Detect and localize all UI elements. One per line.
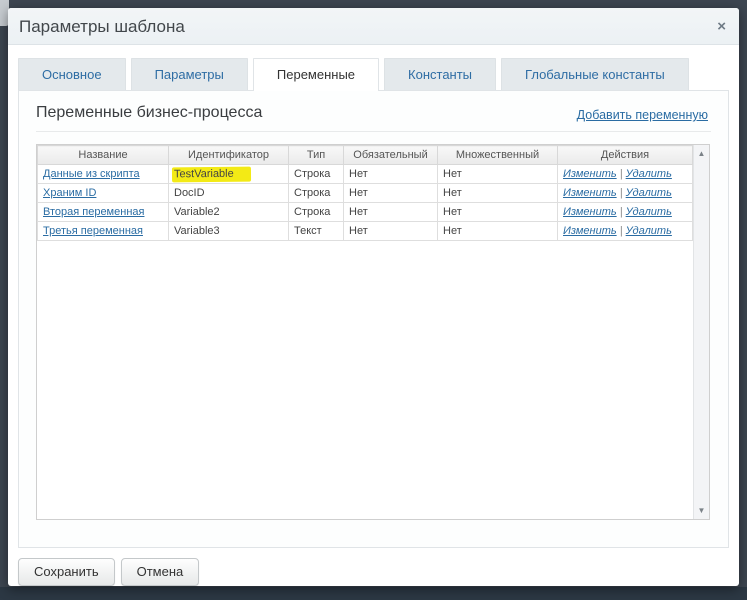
tab-bar: Основное Параметры Переменные Константы … [18,58,729,90]
table-header-row: Название Идентификатор Тип Обязательный … [38,146,693,165]
tab-parameters[interactable]: Параметры [131,58,248,90]
variables-table-container: Название Идентификатор Тип Обязательный … [36,144,710,520]
variable-name-link[interactable]: Храним ID [43,187,96,199]
column-header-required: Обязательный [344,146,438,165]
column-header-actions: Действия [558,146,693,165]
variable-identifier-value: DocID [169,184,289,203]
variable-name-link[interactable]: Третья переменная [43,225,143,237]
save-button[interactable]: Сохранить [18,558,115,586]
variable-identifier-value: Variable3 [169,222,289,241]
variable-required-value: Нет [344,203,438,222]
variable-multiple-value: Нет [438,222,558,241]
edit-link[interactable]: Изменить [563,225,617,237]
dialog-header: Параметры шаблона × [8,8,739,45]
variables-tab-panel: Переменные бизнес-процесса Добавить пере… [18,90,729,548]
variable-name-link[interactable]: Вторая переменная [43,206,144,218]
dialog-body: Основное Параметры Переменные Константы … [8,58,739,586]
variable-type-value: Строка [289,184,344,203]
tab-variables[interactable]: Переменные [253,58,379,91]
variable-required-value: Нет [344,222,438,241]
edit-link[interactable]: Изменить [563,206,617,218]
section-divider [36,131,711,132]
table-row: Храним ID DocID Строка Нет Нет Изменить … [38,184,693,203]
actions-separator: | [620,168,623,180]
vertical-scrollbar[interactable]: ▲ ▼ [693,145,709,519]
actions-separator: | [620,206,623,218]
highlighted-identifier-value: TestVariable [172,167,251,183]
delete-link[interactable]: Удалить [626,168,672,180]
edit-link[interactable]: Изменить [563,168,617,180]
variables-table: Название Идентификатор Тип Обязательный … [37,145,693,241]
delete-link[interactable]: Удалить [626,225,672,237]
scroll-up-icon[interactable]: ▲ [694,145,709,162]
section-title: Переменные бизнес-процесса [36,104,262,122]
edit-link[interactable]: Изменить [563,187,617,199]
template-parameters-dialog: Параметры шаблона × Основное Параметры П… [8,8,739,586]
column-header-type: Тип [289,146,344,165]
variable-multiple-value: Нет [438,184,558,203]
variable-required-value: Нет [344,165,438,184]
tab-basic[interactable]: Основное [18,58,126,90]
variable-type-value: Текст [289,222,344,241]
column-header-multiple: Множественный [438,146,558,165]
delete-link[interactable]: Удалить [626,206,672,218]
dialog-title: Параметры шаблона [8,8,739,45]
scroll-down-icon[interactable]: ▼ [694,502,709,519]
table-row: Третья переменная Variable3 Текст Нет Не… [38,222,693,241]
variable-name-link[interactable]: Данные из скрипта [43,168,140,180]
variable-required-value: Нет [344,184,438,203]
variable-multiple-value: Нет [438,165,558,184]
variable-multiple-value: Нет [438,203,558,222]
close-icon[interactable]: × [717,8,726,45]
add-variable-link[interactable]: Добавить переменную [577,108,708,122]
tab-constants[interactable]: Константы [384,58,496,90]
table-row: Данные из скрипта TestVariable Строка Не… [38,165,693,184]
variable-type-value: Строка [289,203,344,222]
cancel-button[interactable]: Отмена [121,558,200,586]
dialog-footer: Сохранить Отмена [18,558,729,586]
table-row: Вторая переменная Variable2 Строка Нет Н… [38,203,693,222]
actions-separator: | [620,225,623,237]
tab-global-constants[interactable]: Глобальные константы [501,58,689,90]
column-header-name: Название [38,146,169,165]
actions-separator: | [620,187,623,199]
delete-link[interactable]: Удалить [626,187,672,199]
background-bottom-bar [0,587,747,600]
variable-type-value: Строка [289,165,344,184]
column-header-identifier: Идентификатор [169,146,289,165]
variable-identifier-value: Variable2 [169,203,289,222]
panel-header: Переменные бизнес-процесса Добавить пере… [19,91,728,122]
